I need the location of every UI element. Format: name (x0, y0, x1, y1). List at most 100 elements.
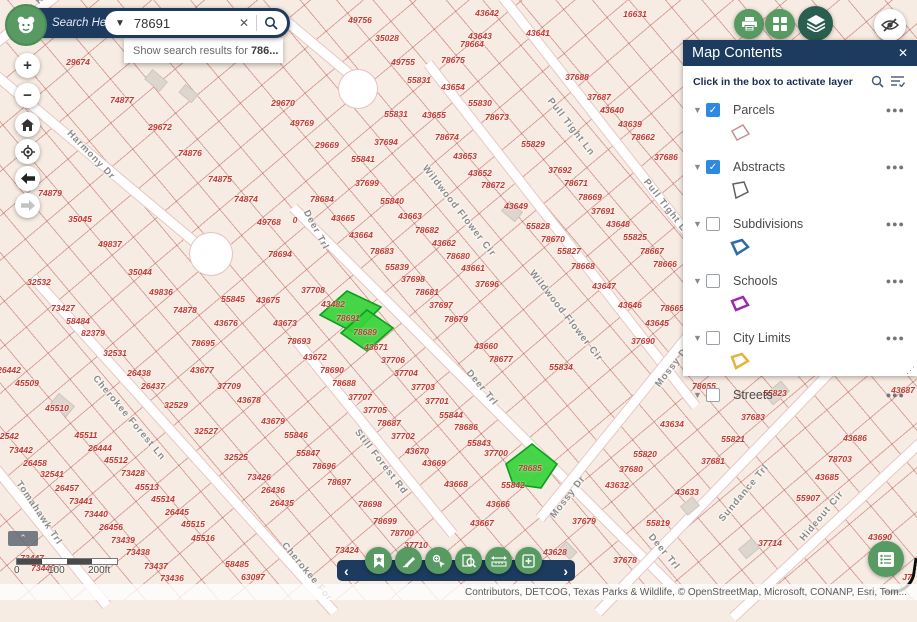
parcel-label: 55827 (557, 246, 581, 256)
parcel-label: 58484 (66, 316, 90, 326)
parcel-label: 43666 (486, 499, 510, 509)
zoom-out-icon: − (23, 87, 32, 104)
parcel-label: 37696 (475, 279, 499, 289)
layer-label[interactable]: City Limits (733, 331, 791, 345)
layer-label[interactable]: Parcels (733, 103, 775, 117)
layer-options-icon[interactable]: ●●● (886, 333, 905, 343)
layer-label[interactable]: Schools (733, 274, 777, 288)
layers-icon (807, 15, 825, 32)
legend-button[interactable] (868, 541, 904, 577)
chevron-down-icon[interactable]: ▼ (693, 162, 706, 172)
magnifier-icon[interactable] (257, 16, 287, 30)
select-button[interactable] (425, 547, 452, 574)
layer-checkbox[interactable]: ✓ (706, 160, 720, 174)
parcel-label: 55820 (633, 449, 657, 459)
search-tool-button[interactable] (455, 547, 482, 574)
search-icon[interactable] (871, 75, 884, 88)
layer-checkbox[interactable] (706, 217, 720, 231)
parcel-label: 37683 (741, 412, 765, 422)
suggestion-text: Show search results for (133, 45, 248, 57)
forward-arrow-icon (21, 200, 35, 211)
parcel-label: 43668 (444, 479, 468, 489)
draw-button[interactable] (395, 547, 422, 574)
parcel-label: 55846 (284, 430, 308, 440)
layer-checkbox[interactable] (706, 331, 720, 345)
parcel-label: 78666 (653, 259, 677, 269)
parcel-label: 26442 (0, 365, 21, 375)
home-button[interactable] (15, 112, 40, 137)
parcel-label: 55831 (384, 109, 408, 119)
layer-options-icon[interactable]: ●●● (886, 219, 905, 229)
layer-checkbox[interactable]: ✓ (706, 103, 720, 117)
parcel-label: 37690 (631, 336, 655, 346)
parcel-label: 37699 (355, 178, 379, 188)
chevron-down-icon[interactable]: ▼ (693, 219, 706, 229)
layer-checkbox[interactable] (706, 274, 720, 288)
parcel-label: 55842 (501, 480, 525, 490)
attribution-toggle[interactable]: ⌃ (8, 531, 38, 546)
search-input[interactable] (132, 15, 232, 32)
apps-button[interactable] (765, 9, 795, 39)
layer-options-icon[interactable]: ●●● (886, 105, 905, 115)
add-data-button[interactable] (515, 547, 542, 574)
chevron-down-icon[interactable]: ▼ (693, 390, 706, 400)
parcel-label: 35028 (375, 33, 399, 43)
layers-button[interactable] (798, 6, 833, 41)
toolbar-left-chevron[interactable]: ‹ (344, 564, 349, 578)
parcel-label: 37679 (572, 516, 596, 526)
search-box: ▼ ✕ (105, 11, 287, 35)
scale-label-end: 200ft (88, 565, 110, 576)
parcel-label: 43652 (468, 168, 492, 178)
visibility-button[interactable] (874, 9, 906, 41)
parcel-label: 43653 (453, 151, 477, 161)
print-button[interactable] (734, 9, 764, 39)
close-icon[interactable]: ✕ (898, 46, 908, 60)
parcel-label: 32542 (0, 431, 19, 441)
parcel-label: 63097 (241, 572, 265, 582)
layer-options-icon[interactable]: ●●● (886, 276, 905, 286)
parcel-label: 74879 (38, 188, 62, 198)
chevron-down-icon[interactable]: ▼ (693, 276, 706, 286)
bookmark-button[interactable] (365, 547, 392, 574)
search-suggestion[interactable]: Show search results for 786... (124, 38, 283, 63)
parcel-label: 78683 (370, 246, 394, 256)
layer-label[interactable]: Streets (733, 388, 773, 402)
filter-check-icon[interactable] (891, 75, 905, 87)
parcel-label: 78665 (660, 303, 684, 313)
clear-x-icon[interactable]: ✕ (232, 16, 256, 30)
parcel-label: 49756 (348, 15, 372, 25)
panel-hint: Click in the box to activate layer (693, 76, 853, 88)
parcel-label: 37692 (548, 165, 572, 175)
parcel-label: 78694 (268, 249, 292, 259)
chevron-down-icon[interactable]: ▼ (693, 105, 706, 115)
parcel-label: 78668 (571, 261, 595, 271)
parcel-label: 55829 (521, 139, 545, 149)
chevron-down-icon[interactable]: ▼ (693, 333, 706, 343)
panel-resize-grip[interactable]: ⋰ (906, 365, 915, 376)
parcel-label: 37680 (619, 464, 643, 474)
parcel-label: 43648 (606, 219, 630, 229)
layer-row-parcels: ▼ ✓ Parcels ●●● (683, 101, 917, 119)
layer-row-city-limits: ▼ City Limits ●●● (683, 329, 917, 347)
parcel-label: 37714 (758, 538, 782, 548)
county-mascot-logo[interactable] (5, 4, 47, 46)
layer-checkbox[interactable] (706, 388, 720, 402)
parcel-label: 78672 (481, 180, 505, 190)
measure-button[interactable] (485, 547, 512, 574)
parcel-label: 74874 (234, 194, 258, 204)
layer-label[interactable]: Subdivisions (733, 217, 803, 231)
zoom-out-button[interactable]: − (15, 83, 40, 108)
dropdown-caret-icon[interactable]: ▼ (105, 18, 132, 29)
zoom-in-button[interactable]: + (15, 53, 40, 78)
locate-button[interactable] (15, 139, 40, 164)
back-button[interactable] (15, 166, 40, 191)
layer-options-icon[interactable]: ●●● (886, 390, 905, 400)
parcel-label: 29672 (148, 122, 172, 132)
parcel-label: 43662 (432, 238, 456, 248)
parcel-label: 55828 (526, 221, 550, 231)
layer-options-icon[interactable]: ●●● (886, 162, 905, 172)
highlighted-parcel-label: 78689 (353, 327, 377, 337)
forward-button[interactable] (15, 193, 40, 218)
layer-label[interactable]: Abstracts (733, 160, 785, 174)
toolbar-right-chevron[interactable]: › (563, 564, 568, 578)
